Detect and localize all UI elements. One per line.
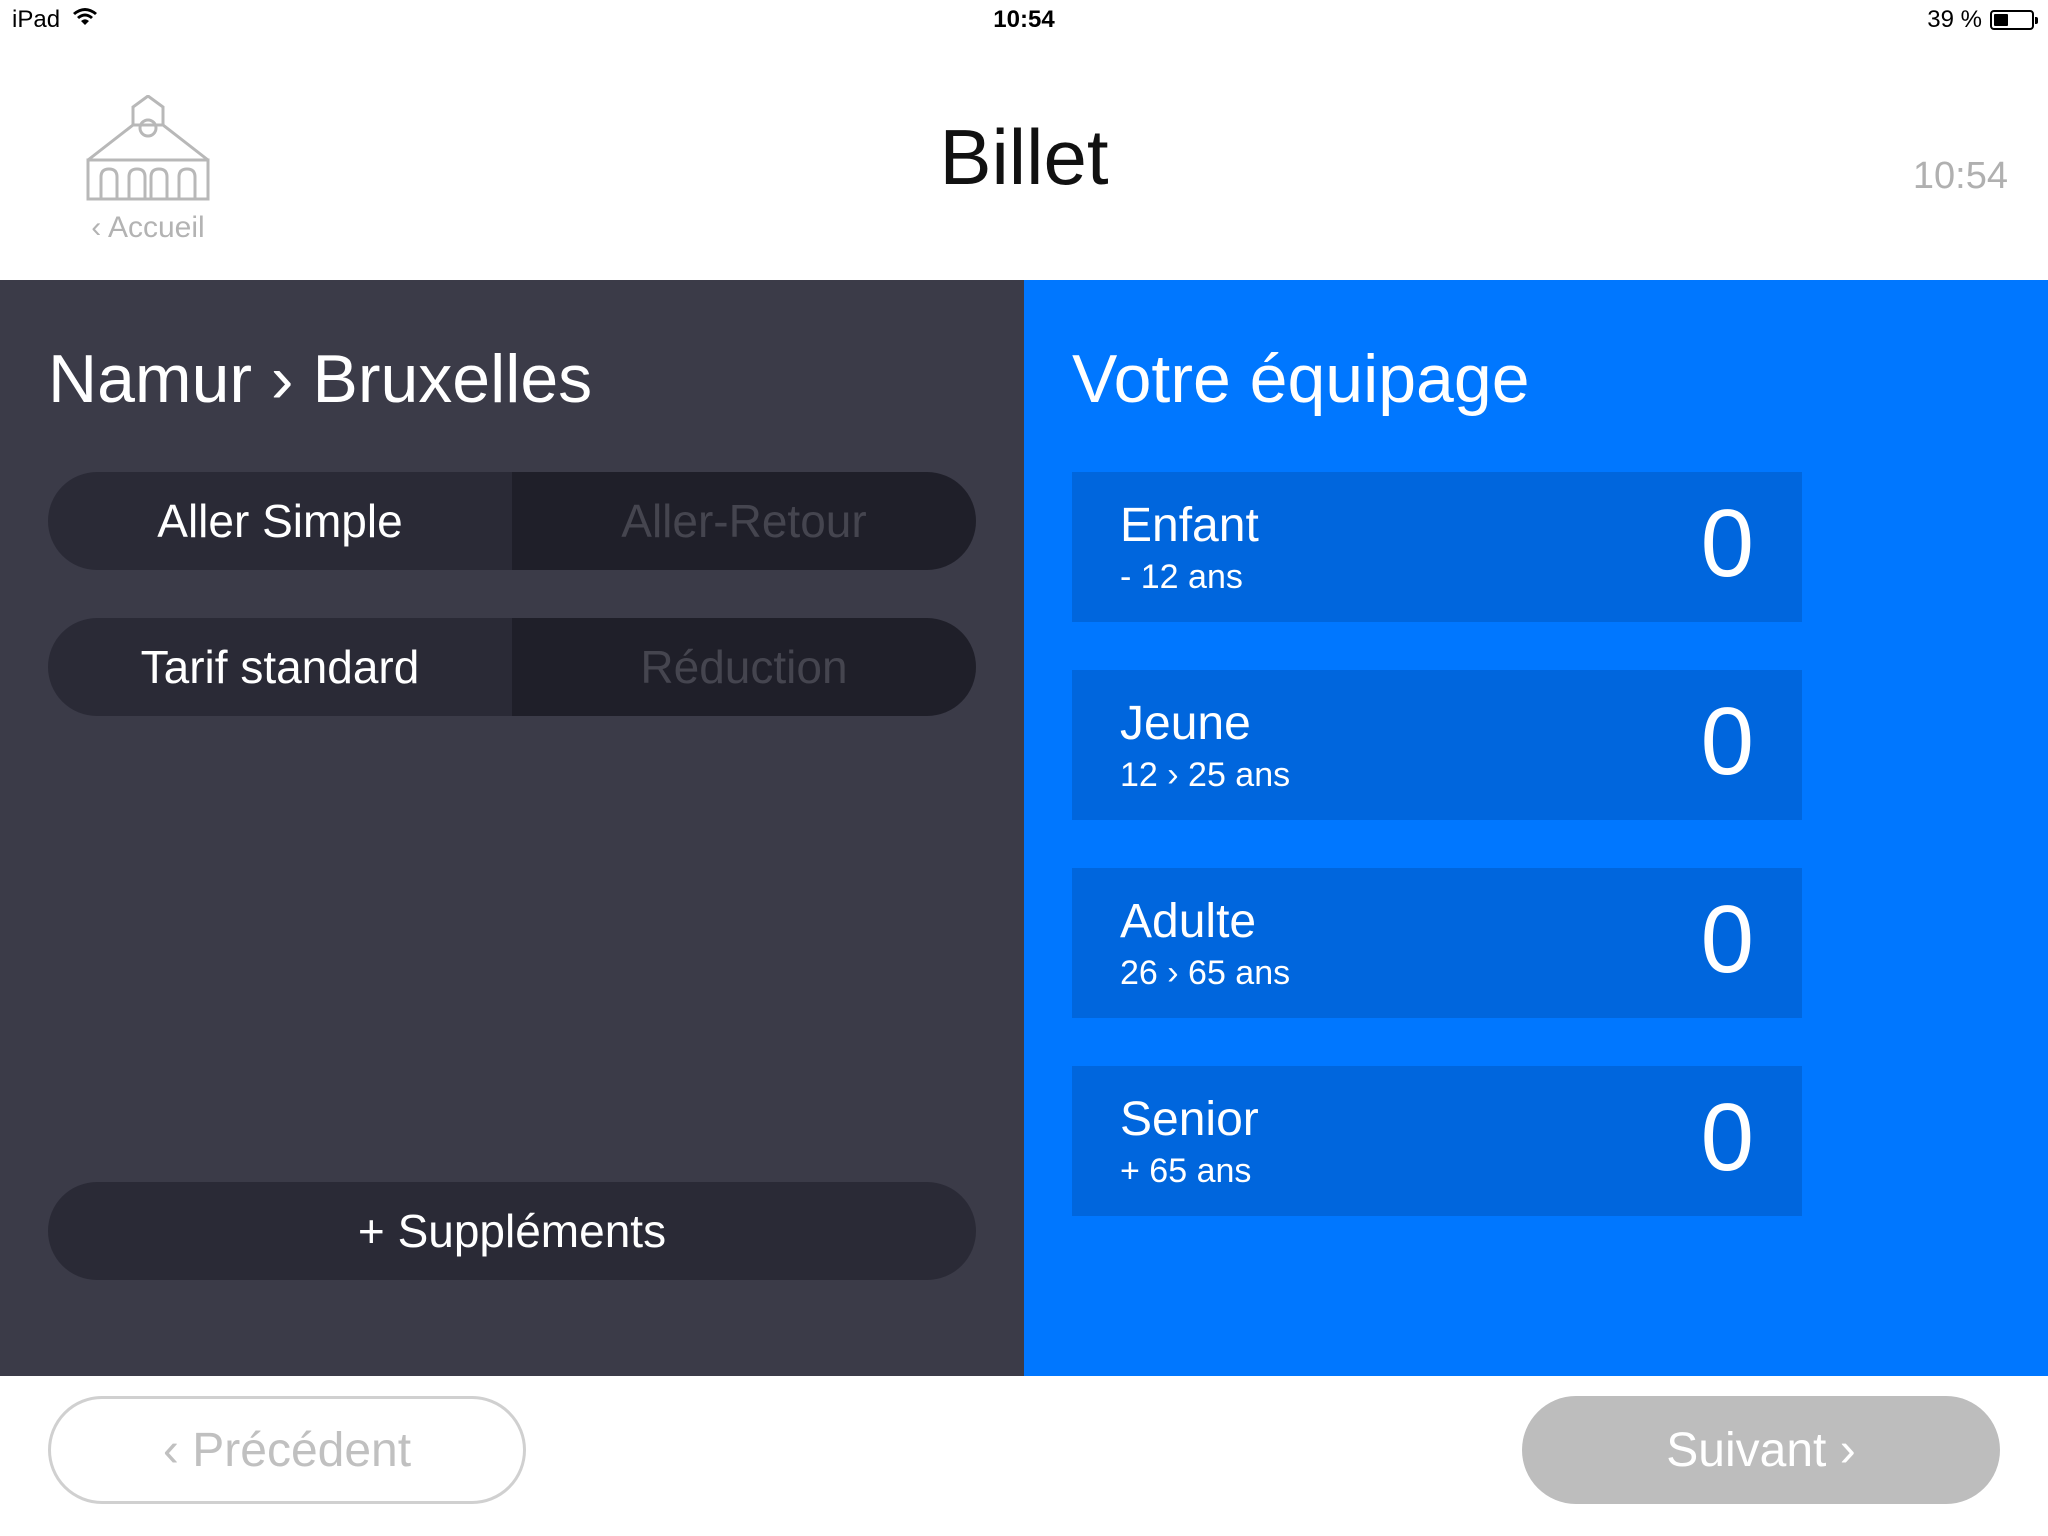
passenger-card-senior[interactable]: Senior + 65 ans 0 xyxy=(1072,1066,1802,1216)
page-title: Billet xyxy=(939,113,1109,201)
trip-option-one-way[interactable]: Aller Simple xyxy=(48,472,512,570)
passenger-count: 0 xyxy=(1700,490,1754,597)
header-time: 10:54 xyxy=(1912,155,2008,197)
battery-icon xyxy=(1990,10,2038,30)
crew-panel: Votre équipage Enfant - 12 ans 0 Jeune 1… xyxy=(1024,280,2048,1376)
passenger-age: - 12 ans xyxy=(1120,558,1243,596)
crew-title: Votre équipage xyxy=(1072,341,1530,417)
previous-button[interactable]: ‹ Précédent xyxy=(48,1396,526,1504)
next-button[interactable]: Suivant › xyxy=(1522,1396,2000,1504)
trip-option-return[interactable]: Aller-Retour xyxy=(512,472,976,570)
passenger-name: Adulte xyxy=(1120,895,1257,948)
fare-option-standard[interactable]: Tarif standard xyxy=(48,618,512,716)
status-right: 39 % xyxy=(1927,6,2038,34)
route-title: Namur › Bruxelles xyxy=(48,341,593,417)
passenger-age: + 65 ans xyxy=(1120,1152,1252,1190)
battery-level xyxy=(1994,14,2009,26)
trip-options-panel: Namur › Bruxelles Aller Simple Aller-Ret… xyxy=(0,280,1024,1376)
passenger-age: 26 › 65 ans xyxy=(1120,954,1291,992)
passenger-card-adult[interactable]: Adulte 26 › 65 ans 0 xyxy=(1072,868,1802,1018)
passenger-count: 0 xyxy=(1700,1084,1754,1191)
passenger-count: 0 xyxy=(1700,886,1754,993)
passenger-card-child[interactable]: Enfant - 12 ans 0 xyxy=(1072,472,1802,622)
status-time: 10:54 xyxy=(993,6,1055,33)
battery-percent: 39 % xyxy=(1927,6,1982,33)
status-bar: iPad 10:54 39 % xyxy=(0,0,2048,40)
passenger-card-youth[interactable]: Jeune 12 › 25 ans 0 xyxy=(1072,670,1802,820)
passenger-name: Jeune xyxy=(1120,697,1251,750)
passenger-name: Enfant xyxy=(1120,499,1259,552)
passenger-age: 12 › 25 ans xyxy=(1120,756,1291,794)
supplements-button[interactable]: + Suppléments xyxy=(48,1182,976,1280)
passenger-name: Senior xyxy=(1120,1093,1259,1146)
header: ‹ Accueil Billet 10:54 xyxy=(0,40,2048,280)
home-label: ‹ Accueil xyxy=(91,211,205,244)
fare-type-toggle: Tarif standard Réduction xyxy=(48,618,976,716)
passenger-count: 0 xyxy=(1700,688,1754,795)
fare-option-reduction[interactable]: Réduction xyxy=(512,618,976,716)
trip-type-toggle: Aller Simple Aller-Retour xyxy=(48,472,976,570)
